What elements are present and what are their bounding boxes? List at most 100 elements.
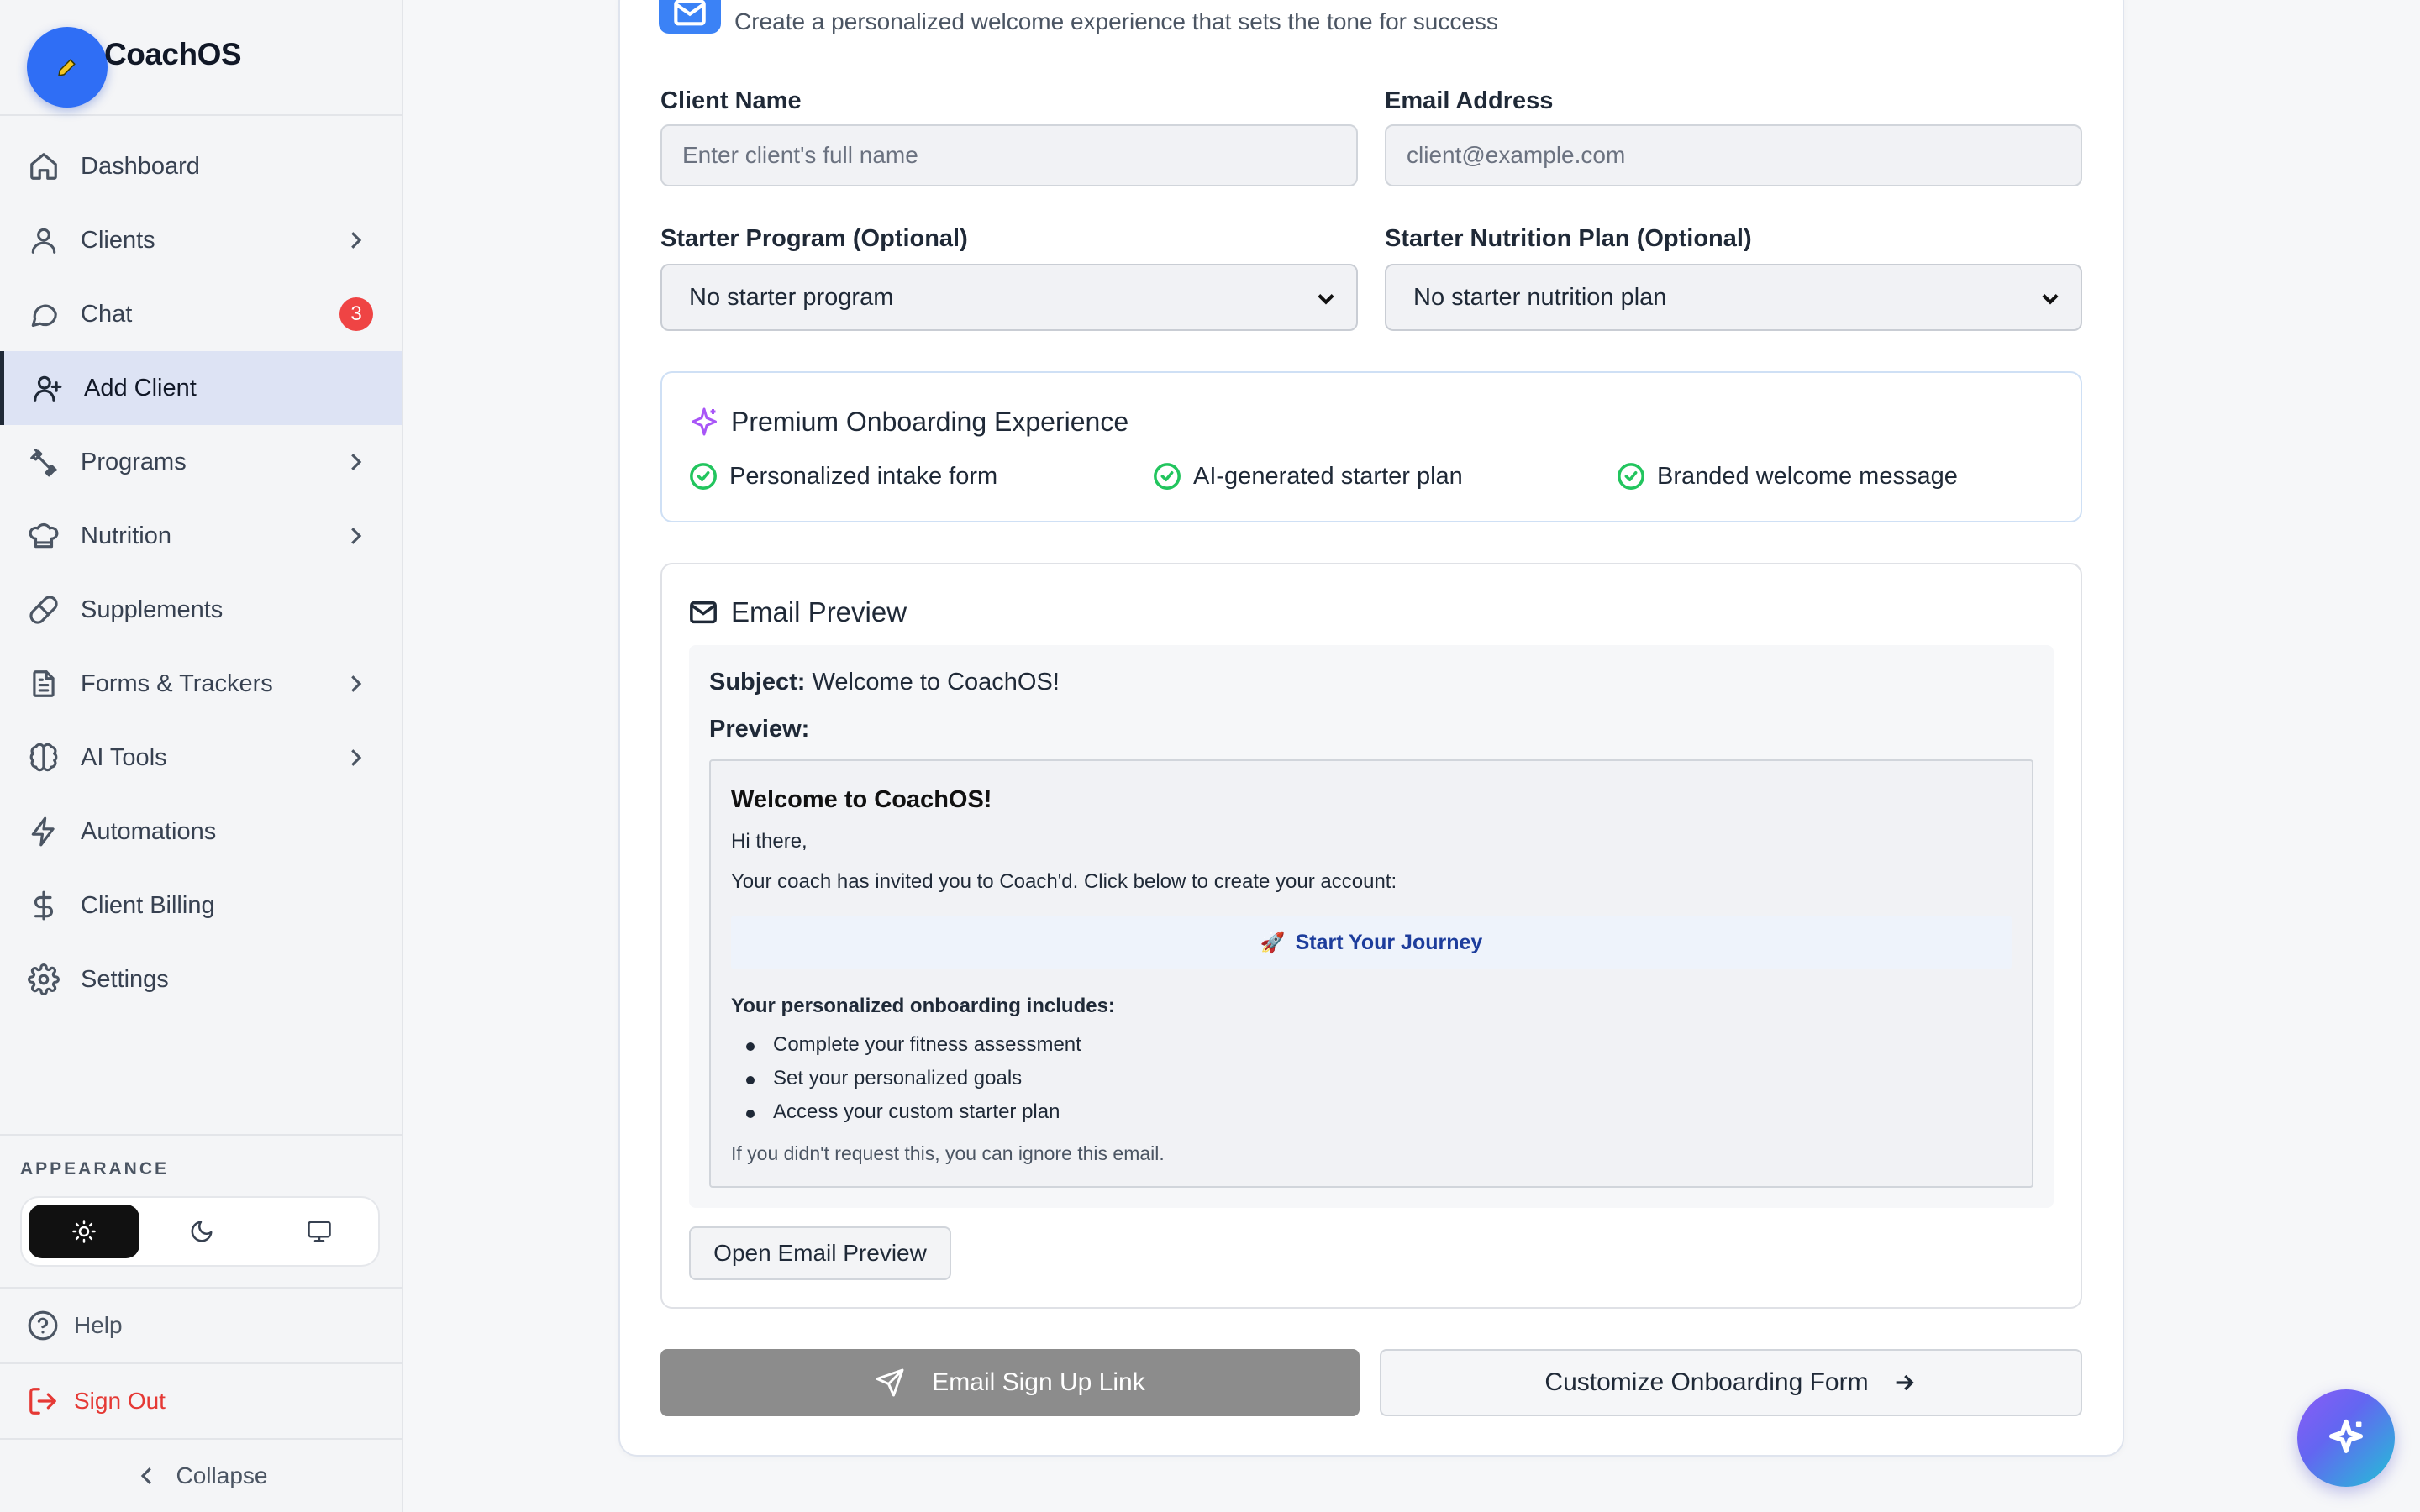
sidebar-item-label: Add Client — [84, 374, 197, 402]
chevron-left-icon — [140, 1467, 151, 1484]
premium-title: Premium Onboarding Experience — [731, 407, 1129, 437]
dollar-icon — [27, 889, 60, 922]
client-name-input[interactable] — [660, 124, 1358, 186]
arrow-right-icon — [1896, 1374, 1914, 1391]
pill-icon — [27, 593, 60, 627]
sign-out-label: Sign Out — [74, 1388, 166, 1414]
email-signup-link-button[interactable]: Email Sign Up Link — [660, 1349, 1360, 1416]
chevron-right-icon — [343, 449, 368, 475]
sparkle-icon — [689, 407, 719, 437]
starter-nutrition-select[interactable]: No starter nutrition plan — [1385, 264, 2082, 331]
monitor-icon — [308, 1221, 331, 1242]
sidebar-item-add-client[interactable]: Add Client — [0, 351, 402, 425]
starter-nutrition-label: Starter Nutrition Plan (Optional) — [1385, 225, 1752, 252]
sidebar-item-clients[interactable]: Clients — [0, 203, 402, 277]
sidebar-item-nutrition[interactable]: Nutrition — [0, 499, 402, 573]
dumbbell-icon — [27, 445, 60, 479]
includes-list: Complete your fitness assessment Set you… — [746, 1033, 1081, 1134]
starter-program-select[interactable]: No starter program — [660, 264, 1358, 331]
user-icon — [27, 223, 60, 257]
sidebar-item-settings[interactable]: Settings — [0, 942, 402, 1016]
email-input[interactable] — [1385, 124, 2082, 186]
chef-hat-icon — [27, 519, 60, 553]
collapse-label: Collapse — [176, 1462, 268, 1488]
email-footer: If you didn't request this, you can igno… — [731, 1142, 1165, 1164]
collapse-sidebar-button[interactable]: Collapse — [0, 1438, 402, 1512]
file-text-icon — [27, 667, 60, 701]
sidebar-item-label: Clients — [81, 226, 155, 254]
pen-icon — [58, 59, 76, 76]
mail-icon — [659, 0, 721, 34]
sign-out-button[interactable]: Sign Out — [0, 1362, 402, 1438]
sidebar-nav: Dashboard Clients Chat 3 Add Client Prog… — [0, 129, 402, 1016]
subject-value: Welcome to CoachOS! — [812, 669, 1060, 696]
help-label: Help — [74, 1312, 123, 1338]
email-subject: Subject: Welcome to CoachOS! — [709, 669, 1060, 696]
sidebar-item-dashboard[interactable]: Dashboard — [0, 129, 402, 203]
sidebar-item-automations[interactable]: Automations — [0, 795, 402, 869]
list-item: Access your custom starter plan — [746, 1100, 1081, 1134]
feature-label: Personalized intake form — [729, 462, 998, 490]
email-body: Welcome to CoachOS! Hi there, Your coach… — [709, 759, 2033, 1188]
chevron-down-icon — [1314, 286, 1338, 310]
chevron-right-icon — [343, 523, 368, 549]
brand-logo[interactable] — [27, 27, 108, 108]
sidebar-item-label: Automations — [81, 817, 217, 845]
help-link[interactable]: Help — [0, 1287, 402, 1362]
email-greeting: Hi there, — [731, 830, 808, 853]
email-intro: Your coach has invited you to Coach'd. C… — [731, 870, 1397, 893]
feature-label: Branded welcome message — [1657, 462, 1958, 490]
preview-label: Preview: — [709, 716, 810, 743]
sidebar-item-forms-trackers[interactable]: Forms & Trackers — [0, 647, 402, 721]
sidebar-item-label: Supplements — [81, 596, 224, 623]
brain-icon — [27, 741, 60, 774]
ai-assistant-button[interactable] — [2297, 1389, 2395, 1487]
sidebar-item-ai-tools[interactable]: AI Tools — [0, 721, 402, 795]
sidebar-item-supplements[interactable]: Supplements — [0, 573, 402, 647]
chevron-right-icon — [343, 228, 368, 253]
sidebar-item-label: Settings — [81, 965, 169, 993]
sidebar-item-label: Dashboard — [81, 152, 200, 180]
list-item: Set your personalized goals — [746, 1067, 1081, 1100]
sidebar-item-programs[interactable]: Programs — [0, 425, 402, 499]
feature-item: Personalized intake form — [689, 462, 997, 491]
chevron-right-icon — [343, 745, 368, 770]
feature-label: AI-generated starter plan — [1193, 462, 1463, 490]
sidebar: CoachOS Dashboard Clients Chat 3 Add Cli… — [0, 0, 403, 1512]
log-out-icon — [29, 1388, 56, 1415]
send-icon — [876, 1368, 904, 1397]
sun-icon — [72, 1220, 96, 1243]
chevron-right-icon — [343, 671, 368, 696]
lightning-icon — [27, 815, 60, 848]
page-subtitle: Create a personalized welcome experience… — [734, 8, 1498, 34]
open-email-preview-button[interactable]: Open Email Preview — [689, 1226, 951, 1280]
unread-badge: 3 — [339, 297, 373, 331]
list-item: Complete your fitness assessment — [746, 1033, 1081, 1067]
help-circle-icon — [28, 1310, 58, 1341]
subject-label: Subject: — [709, 669, 806, 696]
check-circle-icon — [1618, 463, 1644, 490]
starter-nutrition-value: No starter nutrition plan — [1413, 283, 1667, 311]
chat-bubble-icon — [27, 297, 60, 331]
start-journey-link[interactable]: 🚀 Start Your Journey — [731, 916, 2012, 969]
check-circle-icon — [690, 463, 717, 490]
sparkle-icon — [2328, 1419, 2364, 1453]
starter-program-value: No starter program — [689, 283, 894, 311]
email-label: Email Address — [1385, 87, 1554, 114]
theme-light-button[interactable] — [29, 1205, 139, 1258]
sidebar-item-chat[interactable]: Chat 3 — [0, 277, 402, 351]
sidebar-item-client-billing[interactable]: Client Billing — [0, 869, 402, 942]
client-name-label: Client Name — [660, 87, 802, 114]
sidebar-item-label: Nutrition — [81, 522, 171, 549]
customize-onboarding-form-button[interactable]: Customize Onboarding Form — [1380, 1349, 2082, 1416]
sidebar-item-label: Chat — [81, 300, 133, 328]
email-preview-title: Email Preview — [731, 596, 908, 627]
theme-system-button[interactable] — [264, 1205, 375, 1258]
rocket-icon: 🚀 — [1260, 931, 1286, 954]
cta-label: Start Your Journey — [1295, 930, 1483, 954]
chevron-down-icon — [2039, 286, 2062, 310]
premium-onboarding-panel: Premium Onboarding Experience Personaliz… — [660, 371, 2082, 522]
sidebar-item-label: AI Tools — [81, 743, 167, 771]
check-circle-icon — [1154, 463, 1181, 490]
theme-dark-button[interactable] — [146, 1205, 257, 1258]
